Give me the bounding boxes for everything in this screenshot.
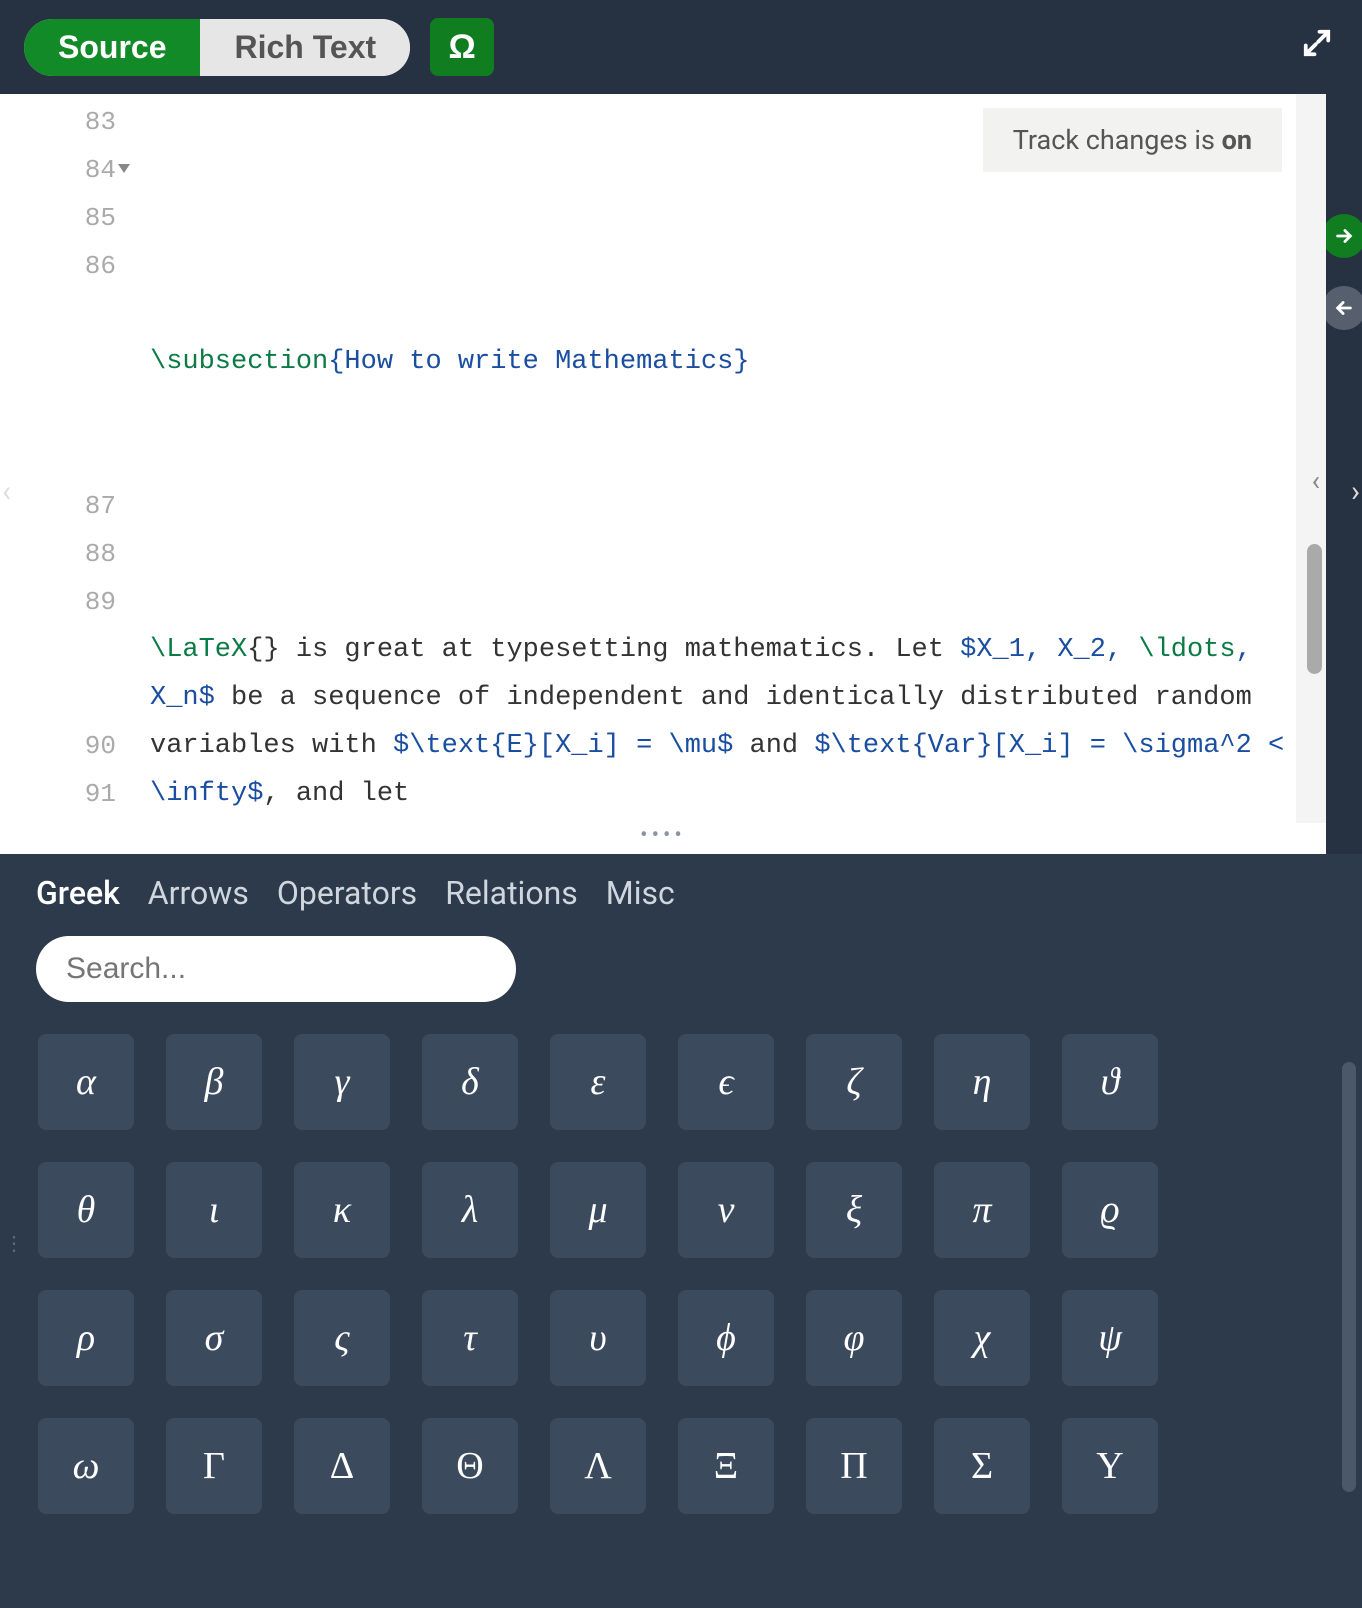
symbol-pi[interactable]: π [934,1162,1030,1258]
symbol-tau[interactable]: τ [422,1290,518,1386]
symbol-Theta[interactable]: Θ [422,1418,518,1514]
symbol-Upsilon[interactable]: Υ [1062,1418,1158,1514]
symbol-chi[interactable]: χ [934,1290,1030,1386]
symbol-phi[interactable]: ϕ [678,1290,774,1386]
symbol-varrho[interactable]: ϱ [1062,1162,1158,1258]
tab-arrows[interactable]: Arrows [148,874,249,912]
symbol-nu[interactable]: ν [678,1162,774,1258]
symbol-panel: ⋮ ⋮ Greek Arrows Operators Relations Mis… [0,854,1362,1608]
symbol-mu[interactable]: μ [550,1162,646,1258]
symbol-rho[interactable]: ρ [38,1290,134,1386]
chevron-left-icon: ‹ [1312,464,1320,497]
richtext-toggle[interactable]: Rich Text [200,19,410,76]
tab-operators[interactable]: Operators [277,874,417,912]
symbol-xi[interactable]: ξ [806,1162,902,1258]
symbol-Lambda[interactable]: Λ [550,1418,646,1514]
symbol-delta[interactable]: δ [422,1034,518,1130]
symbol-psi[interactable]: ψ [1062,1290,1158,1386]
symbol-gamma[interactable]: γ [294,1034,390,1130]
resize-handle-horizontal[interactable]: •••• [0,823,1326,854]
symbol-lambda[interactable]: λ [422,1162,518,1258]
symbol-search-input[interactable] [36,936,516,1002]
symbol-Gamma[interactable]: Γ [166,1418,262,1514]
symbol-theta[interactable]: θ [38,1162,134,1258]
prev-change-button[interactable] [1322,286,1362,330]
tab-misc[interactable]: Misc [606,874,675,912]
symbol-upsilon[interactable]: υ [550,1290,646,1386]
symbol-beta[interactable]: β [166,1034,262,1130]
panel-collapse-right-icon[interactable]: › [1351,474,1360,509]
source-toggle[interactable]: Source [24,19,200,76]
symbol-omega[interactable]: ω [38,1418,134,1514]
track-changes-notice: Track changes is on [983,108,1282,172]
tab-relations[interactable]: Relations [445,874,578,912]
symbol-epsilon[interactable]: ϵ [678,1034,774,1130]
symbol-vartheta[interactable]: ϑ [1062,1034,1158,1130]
panel-scrollbar-thumb[interactable] [1342,1062,1356,1492]
fullscreen-icon[interactable] [1302,28,1332,66]
fold-icon[interactable] [118,164,130,173]
symbol-alpha[interactable]: α [38,1034,134,1130]
symbol-Pi[interactable]: Π [806,1418,902,1514]
code-content[interactable]: \subsection{How to write Mathematics} \L… [130,94,1296,823]
symbol-sigma[interactable]: σ [166,1290,262,1386]
symbol-category-tabs: Greek Arrows Operators Relations Misc [0,854,1362,926]
editor-scrollbar[interactable]: ‹ [1296,94,1326,823]
panel-collapse-left-icon[interactable]: ‹ [2,474,11,509]
tab-greek[interactable]: Greek [36,874,120,912]
symbol-grid: αβγδεϵζηϑ θικλμνξπϱ ρσςτυϕφχψ ωΓΔΘΛΞΠΣΥ [38,1034,1334,1514]
next-change-button[interactable] [1322,214,1362,258]
symbol-zeta[interactable]: ζ [806,1034,902,1130]
symbol-Sigma[interactable]: Σ [934,1418,1030,1514]
symbol-palette-button[interactable]: Ω [430,18,494,76]
view-toggle: Source Rich Text [24,19,410,76]
symbol-varsigma[interactable]: ς [294,1290,390,1386]
top-toolbar: Source Rich Text Ω [0,0,1362,94]
symbol-kappa[interactable]: κ [294,1162,390,1258]
symbol-Delta[interactable]: Δ [294,1418,390,1514]
code-editor[interactable]: Track changes is on 83 84 85 86 87 88 89… [0,94,1326,854]
symbol-varphi[interactable]: φ [806,1290,902,1386]
line-gutter: 83 84 85 86 87 88 89 90 91 92 [0,94,130,823]
symbol-iota[interactable]: ι [166,1162,262,1258]
symbol-eta[interactable]: η [934,1034,1030,1130]
symbol-Xi[interactable]: Ξ [678,1418,774,1514]
symbol-varepsilon[interactable]: ε [550,1034,646,1130]
scrollbar-thumb[interactable] [1307,544,1322,674]
